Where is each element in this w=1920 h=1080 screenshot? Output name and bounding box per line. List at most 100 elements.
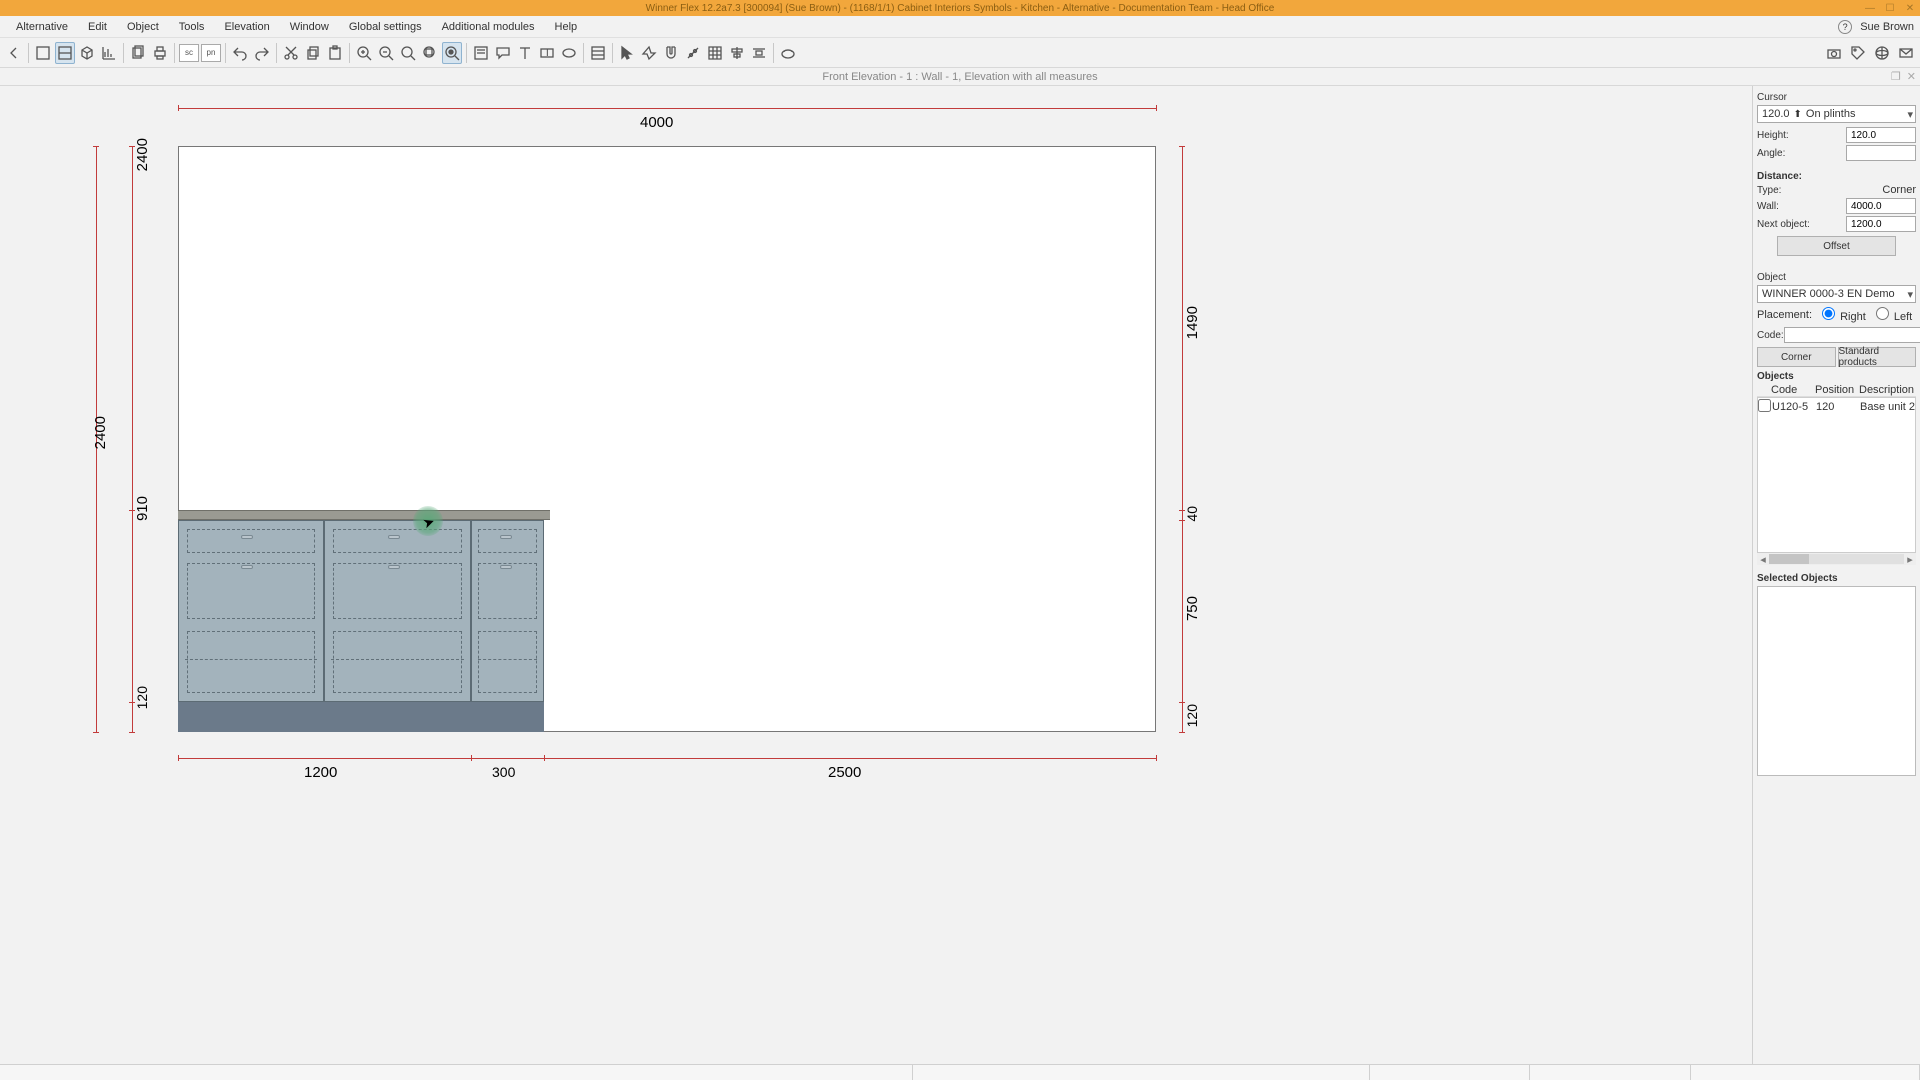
cut-icon[interactable] bbox=[281, 42, 301, 64]
dim-bottom-2500: 2500 bbox=[828, 764, 861, 781]
tag-icon[interactable] bbox=[1848, 42, 1868, 64]
col-code[interactable]: Code bbox=[1771, 384, 1815, 396]
placement-right-radio[interactable]: Right bbox=[1822, 307, 1866, 323]
zoom-fit-icon[interactable] bbox=[398, 42, 418, 64]
col-description[interactable]: Description bbox=[1859, 384, 1916, 396]
placement-left-radio[interactable]: Left bbox=[1876, 307, 1912, 323]
mail-icon[interactable] bbox=[1896, 42, 1916, 64]
grid-icon[interactable] bbox=[705, 42, 725, 64]
zoom-out-icon[interactable] bbox=[376, 42, 396, 64]
undo-icon[interactable] bbox=[230, 42, 250, 64]
sc-button[interactable]: sc bbox=[179, 44, 199, 62]
select-icon[interactable] bbox=[617, 42, 637, 64]
minimize-icon[interactable]: — bbox=[1860, 0, 1880, 16]
menu-alternative[interactable]: Alternative bbox=[6, 19, 78, 35]
worktop bbox=[178, 510, 550, 520]
magnet-icon[interactable] bbox=[661, 42, 681, 64]
zoom-selection-icon[interactable] bbox=[442, 42, 462, 64]
plinth bbox=[178, 702, 544, 732]
placement-label: Placement: bbox=[1757, 309, 1812, 321]
view-chart-icon[interactable] bbox=[99, 42, 119, 64]
angle-input[interactable] bbox=[1846, 145, 1916, 161]
restore-window-icon[interactable]: ❐ bbox=[1891, 70, 1901, 83]
distribute-icon[interactable] bbox=[749, 42, 769, 64]
menu-window[interactable]: Window bbox=[280, 19, 339, 35]
objects-hscroll[interactable]: ◂▸ bbox=[1757, 553, 1916, 565]
copy2-icon[interactable] bbox=[303, 42, 323, 64]
zoom-in-icon[interactable] bbox=[354, 42, 374, 64]
menu-elevation[interactable]: Elevation bbox=[214, 19, 279, 35]
dim-left-910: 910 bbox=[134, 496, 151, 521]
table-row[interactable]: U120-5 120 Base unit 2 drawe bbox=[1758, 398, 1915, 416]
menu-additional-modules[interactable]: Additional modules bbox=[432, 19, 545, 35]
redo-icon[interactable] bbox=[252, 42, 272, 64]
menu-global-settings[interactable]: Global settings bbox=[339, 19, 432, 35]
menu-help[interactable]: Help bbox=[545, 19, 588, 35]
col-position[interactable]: Position bbox=[1815, 384, 1859, 396]
next-object-label: Next object: bbox=[1757, 219, 1827, 230]
dim-right-750: 750 bbox=[1184, 596, 1201, 621]
dim-top-total: 4000 bbox=[640, 114, 673, 131]
text-box-icon[interactable]: T bbox=[537, 42, 557, 64]
dim-bottom-1200: 1200 bbox=[304, 764, 337, 781]
text-icon[interactable] bbox=[515, 42, 535, 64]
view-elevation-icon[interactable] bbox=[55, 42, 75, 64]
paste-icon[interactable] bbox=[325, 42, 345, 64]
base-cabinet-3[interactable] bbox=[471, 520, 544, 702]
user-name[interactable]: Sue Brown bbox=[1860, 21, 1914, 33]
help-icon[interactable]: ? bbox=[1838, 20, 1852, 34]
copy-icon[interactable] bbox=[128, 42, 148, 64]
view-3d-icon[interactable] bbox=[77, 42, 97, 64]
back-button[interactable] bbox=[4, 42, 24, 64]
row-checkbox[interactable] bbox=[1758, 399, 1771, 412]
zoom-window-icon[interactable] bbox=[420, 42, 440, 64]
dim-left-120: 120 bbox=[134, 686, 150, 709]
chevron-down-icon: ▾ bbox=[1907, 288, 1913, 301]
wall-input[interactable] bbox=[1846, 198, 1916, 214]
snap2-icon[interactable] bbox=[683, 42, 703, 64]
view-plan-icon[interactable] bbox=[33, 42, 53, 64]
distance-heading: Distance: bbox=[1757, 171, 1916, 182]
list-icon[interactable] bbox=[588, 42, 608, 64]
document-tab-title[interactable]: Front Elevation - 1 : Wall - 1, Elevatio… bbox=[822, 71, 1097, 83]
render-icon[interactable] bbox=[778, 42, 798, 64]
cursor-heading: Cursor bbox=[1757, 92, 1916, 103]
svg-text:T: T bbox=[544, 47, 551, 59]
height-input[interactable] bbox=[1846, 127, 1916, 143]
type-value: Corner bbox=[1882, 184, 1916, 196]
base-cabinet-1[interactable] bbox=[178, 520, 324, 702]
type-label: Type: bbox=[1757, 185, 1817, 196]
globe-icon[interactable] bbox=[1872, 42, 1892, 64]
dim-bottom-300: 300 bbox=[492, 764, 515, 780]
menu-bar: Alternative Edit Object Tools Elevation … bbox=[0, 16, 1920, 38]
dim-right-120: 120 bbox=[1184, 704, 1200, 727]
dim-right-1490: 1490 bbox=[1184, 306, 1201, 339]
corner-button[interactable]: Corner bbox=[1757, 347, 1836, 367]
cursor-mode-combo[interactable]: 120.0 ⬆ On plinths ▾ bbox=[1757, 105, 1916, 123]
print-icon[interactable] bbox=[150, 42, 170, 64]
code-label: Code: bbox=[1757, 330, 1784, 341]
align-icon[interactable] bbox=[727, 42, 747, 64]
standard-products-button[interactable]: Standard products bbox=[1838, 347, 1917, 367]
menu-tools[interactable]: Tools bbox=[169, 19, 215, 35]
offset-button[interactable]: Offset bbox=[1777, 236, 1896, 256]
close-icon[interactable]: ✕ bbox=[1900, 0, 1920, 16]
menu-edit[interactable]: Edit bbox=[78, 19, 117, 35]
menu-object[interactable]: Object bbox=[117, 19, 169, 35]
objects-heading: Objects bbox=[1757, 371, 1916, 382]
camera-icon[interactable] bbox=[1824, 42, 1844, 64]
maximize-icon[interactable]: ☐ bbox=[1880, 0, 1900, 16]
selected-objects-list[interactable] bbox=[1757, 586, 1916, 776]
snap-icon[interactable] bbox=[639, 42, 659, 64]
drawing-canvas[interactable]: 4000 2400 2400 910 120 1490 40 750 120 1… bbox=[0, 86, 1752, 1064]
balloon-icon[interactable] bbox=[493, 42, 513, 64]
next-object-input[interactable] bbox=[1846, 216, 1916, 232]
note-icon[interactable] bbox=[471, 42, 491, 64]
close-tab-icon[interactable]: ✕ bbox=[1907, 70, 1916, 83]
code-input[interactable] bbox=[1784, 327, 1920, 343]
catalogue-combo[interactable]: WINNER 0000-3 EN Demo ▾ bbox=[1757, 285, 1916, 303]
base-cabinet-2[interactable] bbox=[324, 520, 471, 702]
ellipse-icon[interactable] bbox=[559, 42, 579, 64]
wall-label: Wall: bbox=[1757, 201, 1817, 212]
pn-button[interactable]: pn bbox=[201, 44, 221, 62]
